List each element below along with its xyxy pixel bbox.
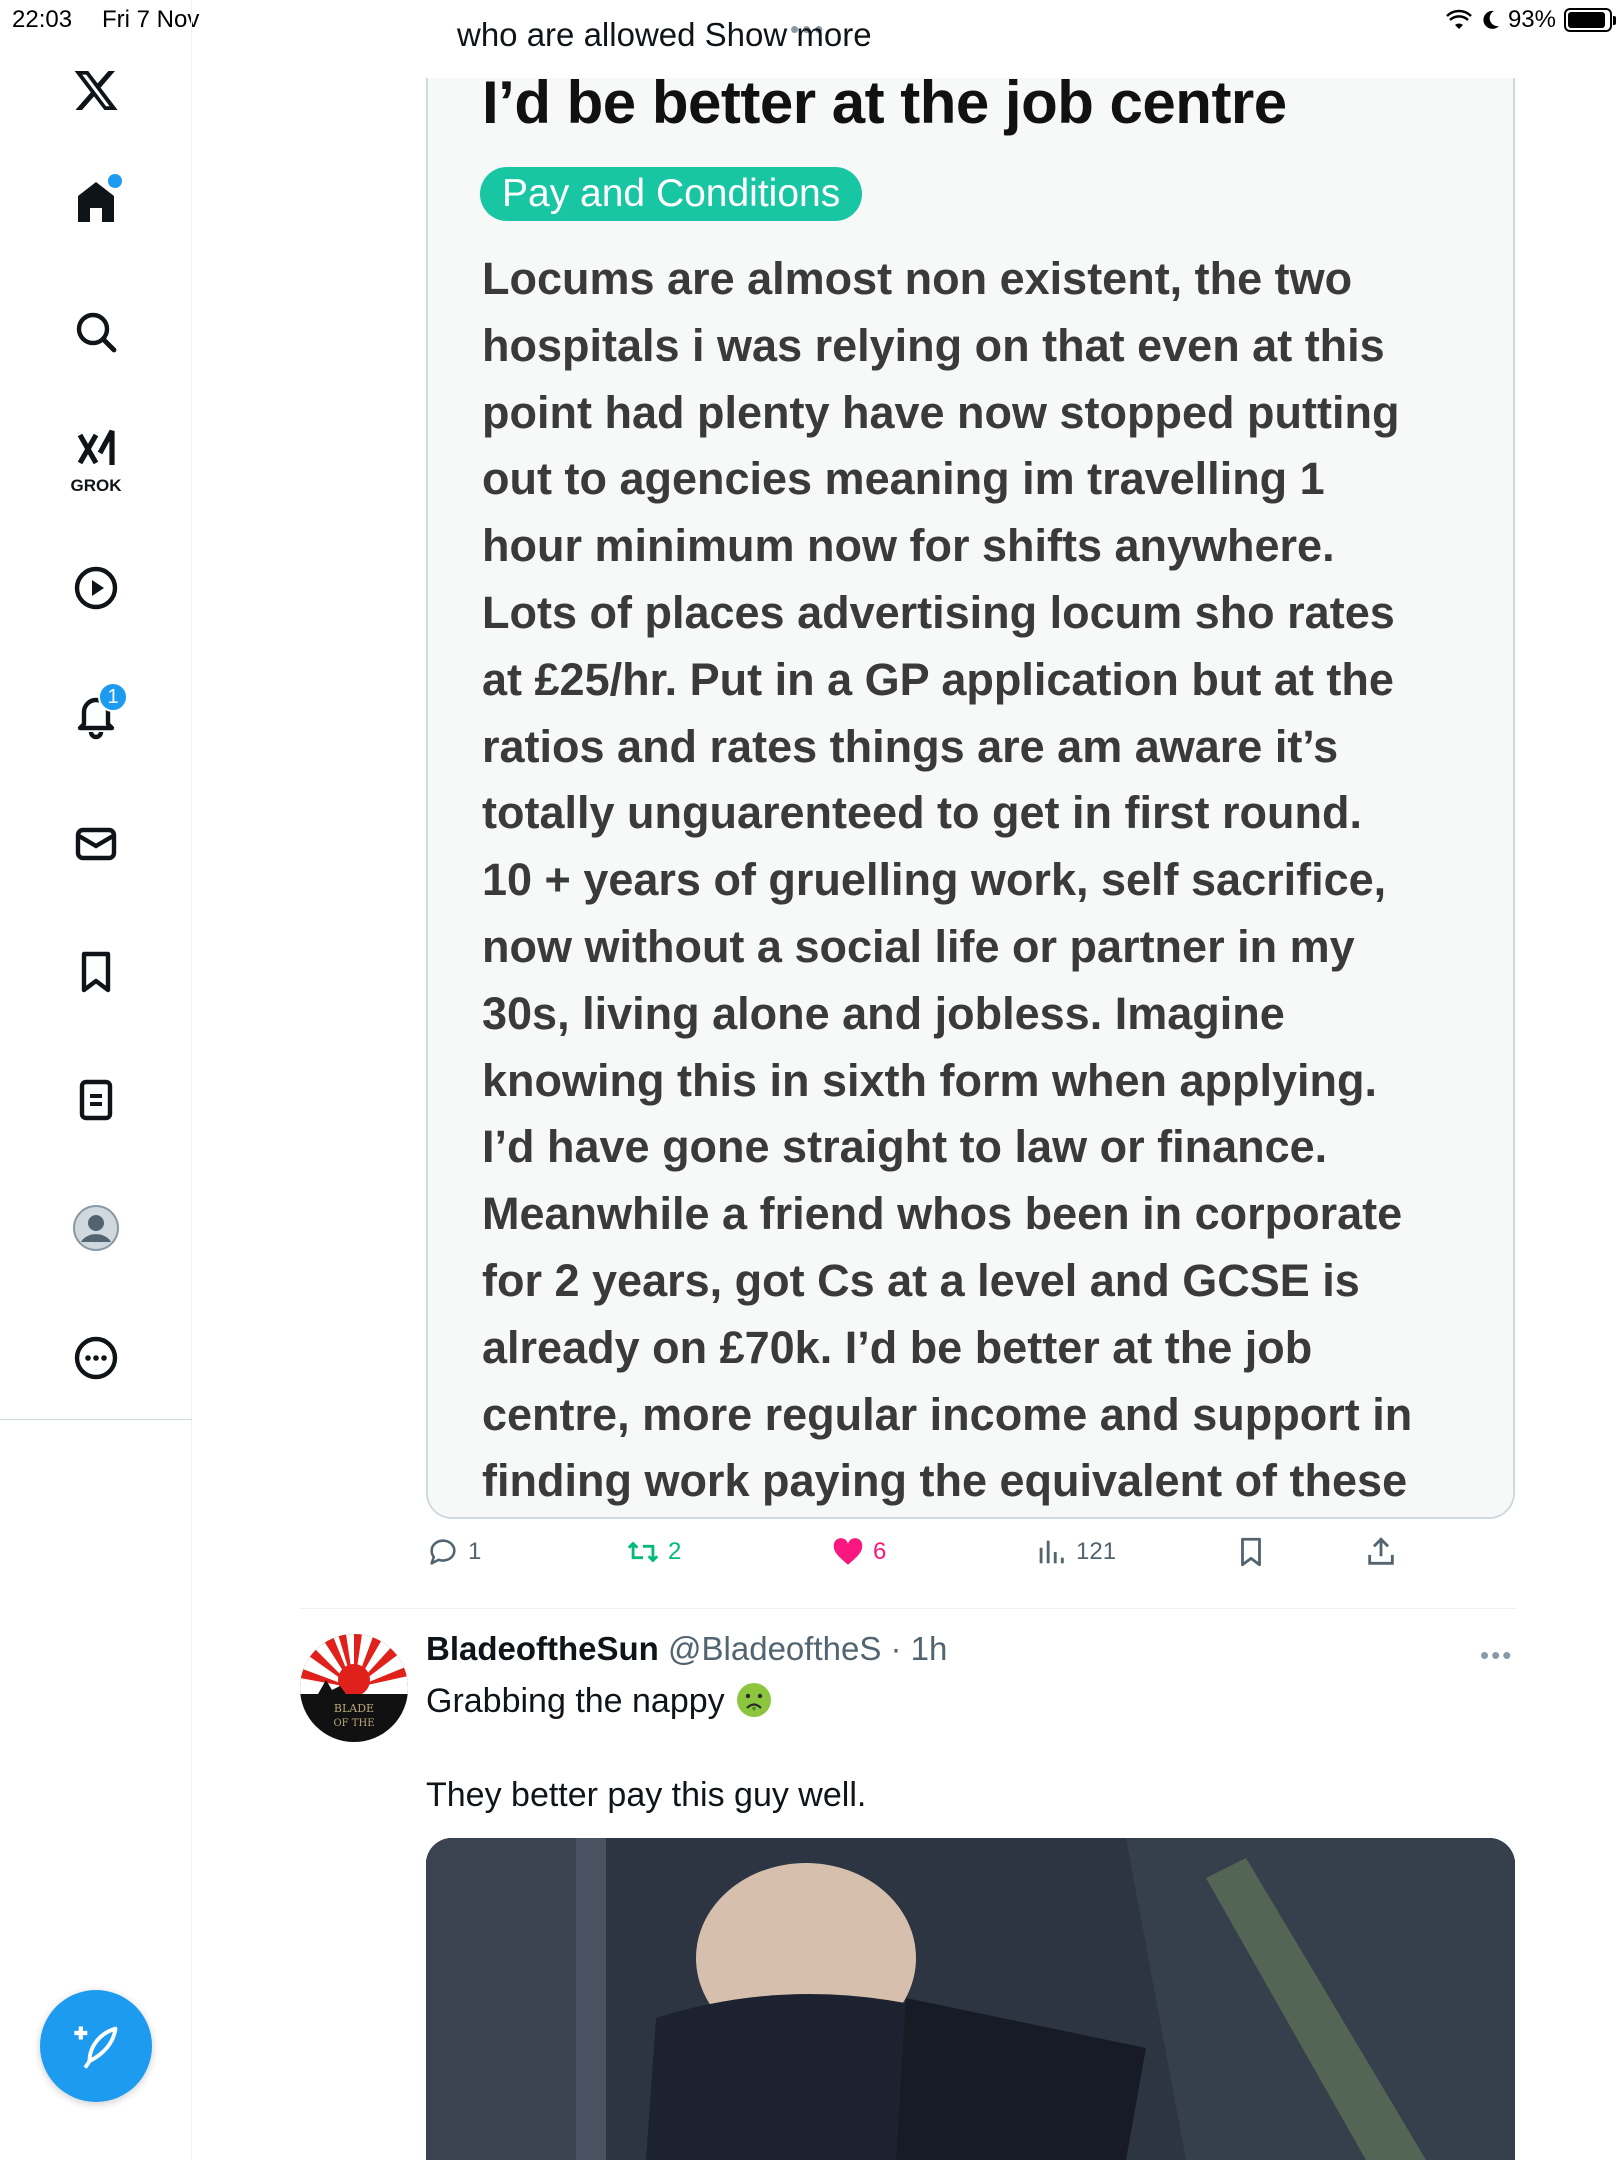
status-right: 93% (1446, 6, 1616, 34)
article-line: for 2 years, got Cs at a level and GCSE … (482, 1254, 1360, 1306)
x-logo-icon[interactable] (56, 50, 136, 130)
article-line: at £25/hr. Put in a GP application but a… (482, 653, 1394, 705)
article-line: Meanwhile a friend whos been in corporat… (482, 1188, 1403, 1240)
battery-icon (1564, 8, 1616, 32)
tweet-actions: 1 2 6 121 (426, 1535, 1506, 1583)
reply-count: 1 (468, 1538, 482, 1565)
notifications-badge: 1 (98, 682, 128, 712)
dot-separator: · (881, 1630, 911, 1667)
tweet-header: BladeoftheSun @BladeoftheS · 1h (426, 1630, 947, 1668)
article-line: Lots of places advertising locum sho rat… (482, 586, 1395, 638)
article-line: Locums are almost non existent, the two (482, 253, 1353, 304)
bookmark-button[interactable] (1234, 1535, 1268, 1569)
article-image: I’d be better at the job centre Pay and … (428, 78, 1513, 1517)
video-frame (426, 1838, 1515, 2160)
article-line: 30s, living alone and jobless. Imagine (482, 987, 1285, 1039)
show-more-link[interactable]: Show more (705, 16, 872, 53)
moon-icon (1483, 10, 1499, 29)
handle[interactable]: @BladeoftheS (668, 1630, 881, 1667)
avatar-icon (73, 1205, 119, 1251)
views-icon (1039, 1540, 1064, 1564)
article-tag: Pay and Conditions (480, 167, 863, 221)
quoted-article-card[interactable]: I’d be better at the job centre Pay and … (426, 78, 1515, 1519)
article-line: knowing this in sixth form when applying… (482, 1054, 1378, 1106)
share-button[interactable] (1364, 1535, 1398, 1569)
like-button[interactable]: 6 (831, 1535, 886, 1569)
grok-icon (77, 429, 115, 465)
tweet-text: Grabbing the nappy (426, 1678, 774, 1724)
sidebar-item-messages[interactable] (56, 804, 136, 884)
sidebar-item-grok[interactable]: GROK (56, 418, 136, 498)
sidebar-item-more[interactable] (56, 1318, 136, 1398)
article-line: point had plenty have now stopped puttin… (482, 386, 1400, 438)
mail-icon (75, 827, 117, 861)
bookmark-icon (1241, 1537, 1261, 1567)
article-line: now without a social life or partner in … (482, 920, 1355, 972)
article-line: already on £70k. I’d be better at the jo… (482, 1321, 1313, 1373)
more-icon (74, 1336, 118, 1380)
article-body: Locums are almost non existent, the two … (482, 246, 1492, 1515)
tweet-separator (300, 1608, 1516, 1609)
nauseated-face-emoji-icon (737, 1683, 772, 1717)
article-line: hour minimum now for shifts anywhere. (482, 520, 1335, 572)
views-button[interactable]: 121 (1034, 1535, 1116, 1569)
article-line: finding work paying the equivalent of th… (482, 1455, 1408, 1507)
sidebar-item-home[interactable] (56, 162, 136, 242)
article-line: ratios and rates things are am aware it’… (482, 720, 1339, 772)
compose-icon (74, 2026, 118, 2069)
rising-sun-logo: BLADE OF THE (300, 1634, 408, 1742)
play-icon (74, 566, 118, 610)
tweet-more-button[interactable]: ••• (1480, 1640, 1513, 1671)
grok-label: GROK (70, 476, 122, 495)
search-icon (76, 312, 117, 353)
article-line: out to agencies meaning im travelling 1 (482, 453, 1325, 505)
article-title: I’d be better at the job centre (482, 78, 1287, 136)
sidebar-item-lists[interactable] (56, 1060, 136, 1140)
sidebar-divider (0, 1419, 192, 1420)
article-line: totally unguarenteed to get in first rou… (482, 787, 1363, 839)
reply-button[interactable]: 1 (426, 1535, 481, 1569)
svg-text:BLADE: BLADE (334, 1702, 374, 1715)
sidebar-item-notifications[interactable]: 1 (56, 676, 136, 756)
svg-text:OF THE: OF THE (333, 1718, 374, 1729)
tweet-text-line: Grabbing the nappy (426, 1682, 725, 1720)
tweet-video[interactable] (426, 1838, 1515, 2160)
article-line: I’d have gone straight to law or finance… (482, 1121, 1328, 1173)
avatar[interactable]: BLADE OF THE (300, 1634, 408, 1742)
repost-count: 2 (668, 1538, 682, 1565)
article-line: 10 + years of gruelling work, self sacri… (482, 854, 1387, 906)
list-icon (79, 1079, 113, 1121)
views-count: 121 (1076, 1538, 1117, 1565)
battery-percent: 93% (1507, 6, 1556, 33)
tweet-text-truncated: who are allowed Show more (457, 16, 872, 53)
repost-icon (627, 1541, 659, 1563)
sidebar-item-profile[interactable] (56, 1188, 136, 1268)
like-count: 6 (873, 1538, 887, 1565)
share-icon (1368, 1537, 1394, 1565)
heart-icon (833, 1538, 863, 1565)
sidebar-item-explore[interactable] (56, 292, 136, 372)
wifi-icon (1446, 9, 1472, 29)
compose-button[interactable] (40, 1990, 152, 2102)
tweet-text-line: They better pay this guy well. (426, 1776, 867, 1814)
sidebar: GROK 1 (0, 0, 192, 2160)
timestamp[interactable]: 1h (911, 1630, 948, 1667)
article-line: centre, more regular income and support … (482, 1388, 1413, 1440)
home-notification-dot (108, 174, 122, 188)
article-line: hospitals i was relying on that even at … (482, 319, 1385, 371)
reply-icon (430, 1539, 456, 1565)
bookmark-icon (81, 951, 111, 993)
sidebar-item-video[interactable] (56, 548, 136, 628)
display-name[interactable]: BladeoftheSun (426, 1630, 659, 1667)
repost-button[interactable]: 2 (626, 1535, 681, 1569)
sidebar-item-bookmarks[interactable] (56, 932, 136, 1012)
